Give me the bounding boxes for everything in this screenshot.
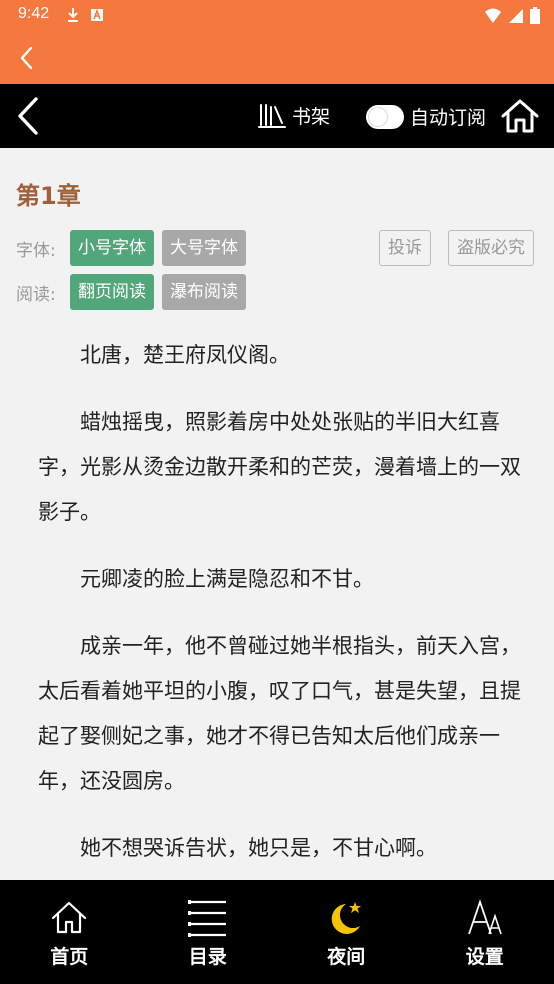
nav-home-label: 首页 [50, 946, 89, 968]
battery-icon [530, 7, 540, 24]
a-badge-icon [91, 8, 103, 21]
download-icon [68, 8, 78, 22]
paragraph: 北唐，楚王府凤仪阁。 [80, 343, 290, 367]
home-icon [52, 901, 87, 934]
paragraph: 她不想哭诉告状，她只是，不甘心啊。 [80, 836, 437, 860]
back-icon[interactable] [12, 96, 46, 136]
bottom-nav: 首页 目录 夜间 设置 [0, 880, 554, 984]
paragraph: 蜡烛摇曳，照影着房中处处张贴的半旧大红喜字，光影从烫金边散开柔和的芒荧，漫着墙上… [38, 410, 521, 524]
page-flip-button[interactable]: 翻页阅读 [70, 274, 154, 310]
bookshelf-label: 书架 [292, 106, 331, 128]
bookshelf-button[interactable]: 书架 [258, 102, 330, 129]
nav-catalog-label: 目录 [188, 946, 227, 968]
home-icon[interactable] [500, 98, 540, 134]
nav-home[interactable]: 首页 [0, 880, 139, 984]
read-label: 阅读: [16, 284, 56, 305]
font-options: 字体: 小号字体 大号字体 [16, 230, 254, 266]
paragraph: 元卿凌的脸上满是隐忍和不甘。 [80, 567, 374, 591]
catalog-list-icon [187, 900, 226, 937]
auto-subscribe: 自动订阅 [366, 103, 486, 130]
nav-settings[interactable]: 设置 [416, 880, 554, 984]
wifi-icon [485, 8, 501, 23]
chapter-title: 第1章 [16, 182, 81, 210]
nav-settings-label: 设置 [465, 946, 504, 968]
nav-night[interactable]: 夜间 [277, 880, 416, 984]
piracy-button[interactable]: 盗版必究 [448, 230, 534, 266]
moon-star-icon [331, 902, 362, 934]
paragraph: 成亲一年，他不曾碰过她半根指头，前天入宫，太后看着她平坦的小腹，叹了口气，甚是失… [38, 634, 521, 793]
bookshelf-icon [258, 103, 286, 128]
toggle-knob [368, 106, 388, 127]
chapter-content: 北唐，楚王府凤仪阁。 蜡烛摇曳，照影着房中处处张贴的半旧大红喜字，光影从烫金边散… [38, 333, 522, 893]
small-font-button[interactable]: 小号字体 [70, 230, 154, 266]
signal-icon [509, 8, 523, 23]
large-font-button[interactable]: 大号字体 [162, 230, 246, 266]
app-bar [0, 32, 554, 84]
waterfall-button[interactable]: 瀑布阅读 [162, 274, 246, 310]
font-label: 字体: [16, 240, 56, 261]
chevron-left-icon[interactable] [14, 44, 42, 72]
nav-catalog[interactable]: 目录 [139, 880, 278, 984]
complain-button[interactable]: 投诉 [379, 230, 431, 266]
read-mode-options: 阅读: 翻页阅读 瀑布阅读 [16, 274, 254, 310]
reader-toolbar: 书架 自动订阅 [0, 84, 554, 148]
auto-subscribe-toggle[interactable] [366, 104, 404, 129]
auto-subscribe-label: 自动订阅 [410, 107, 487, 129]
font-settings-icon [467, 899, 502, 935]
status-bar: 9:42 [0, 0, 554, 32]
nav-night-label: 夜间 [327, 946, 366, 968]
status-time: 9:42 [18, 5, 50, 22]
